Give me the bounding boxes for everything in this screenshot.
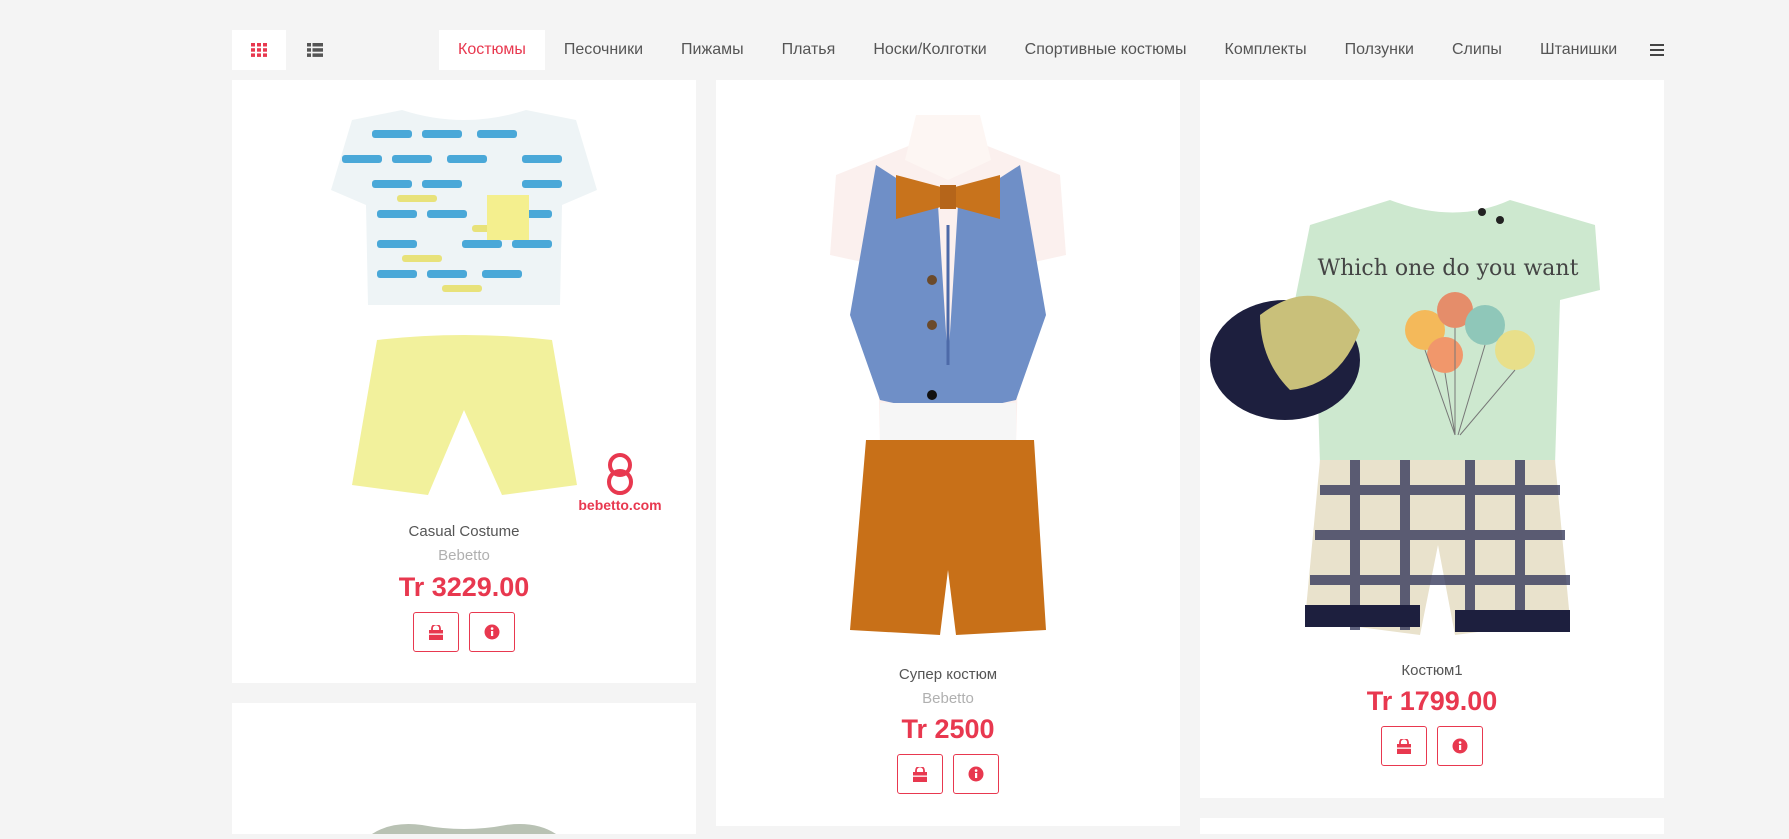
info-button[interactable] [1437, 726, 1483, 766]
tab-platya[interactable]: Платья [763, 30, 855, 70]
product-actions [716, 754, 1180, 794]
menu-button[interactable] [1624, 30, 1664, 70]
svg-text:Which one do you want: Which one do you want [1318, 256, 1579, 281]
svg-text:bebetto.com: bebetto.com [578, 497, 661, 513]
tab-pizhamy[interactable]: Пижамы [662, 30, 763, 70]
product-name[interactable]: Супер костюм [716, 666, 1180, 683]
tab-slipy[interactable]: Слипы [1433, 30, 1521, 70]
product-image[interactable]: Which one do you want [1200, 200, 1664, 645]
info-icon [968, 766, 984, 782]
tab-noski-kolgotki[interactable]: Носки/Колготки [854, 30, 1005, 70]
info-button[interactable] [953, 754, 999, 794]
product-card [232, 703, 696, 834]
add-to-cart-button[interactable] [413, 612, 459, 652]
hamburger-icon [1650, 44, 1664, 56]
product-card: Which one do you want Костюм1 Tr 1799.00 [1200, 80, 1664, 798]
product-price: Tr 2500 [901, 714, 995, 744]
tab-sportivnye-kostyumy[interactable]: Спортивные костюмы [1006, 30, 1206, 70]
product-brand: Bebetto [922, 690, 974, 707]
tab-kostyumy[interactable]: Костюмы [439, 30, 545, 70]
category-tabs: Костюмы Песочники Пижамы Платья Носки/Ко… [439, 30, 1636, 70]
list-view-button[interactable] [288, 30, 342, 70]
info-icon [1452, 738, 1468, 754]
add-to-cart-button[interactable] [1381, 726, 1427, 766]
product-actions [1200, 726, 1664, 766]
product-price: Tr 3229.00 [398, 572, 530, 602]
product-image[interactable] [716, 115, 1180, 645]
product-image[interactable] [232, 703, 696, 834]
tab-shtanishki[interactable]: Штанишки [1521, 30, 1636, 70]
product-card [1200, 818, 1664, 834]
grid-view-button[interactable] [232, 30, 286, 70]
shopping-bag-icon [913, 766, 927, 782]
toolbar: Костюмы Песочники Пижамы Платья Носки/Ко… [232, 30, 1664, 70]
product-image[interactable]: bebetto.com [232, 110, 696, 555]
add-to-cart-button[interactable] [897, 754, 943, 794]
product-price: Tr 1799.00 [1366, 686, 1498, 716]
product-card: Супер костюм Bebetto Tr 2500 [716, 80, 1180, 826]
product-brand: Bebetto [438, 547, 490, 564]
info-icon [484, 624, 500, 640]
product-name[interactable]: Костюм1 [1200, 662, 1664, 679]
tab-pesochniki[interactable]: Песочники [545, 30, 662, 70]
grid-icon [251, 43, 267, 57]
shopping-bag-icon [1397, 738, 1411, 754]
list-icon [307, 43, 323, 57]
product-actions [232, 612, 696, 652]
tab-komplekty[interactable]: Комплекты [1206, 30, 1326, 70]
tab-polzunki[interactable]: Ползунки [1326, 30, 1433, 70]
product-name[interactable]: Casual Costume [232, 523, 696, 540]
product-card: bebetto.com Casual Costume Bebetto Tr 32… [232, 80, 696, 683]
shopping-bag-icon [429, 624, 443, 640]
bebetto-logo: bebetto.com [578, 453, 662, 513]
info-button[interactable] [469, 612, 515, 652]
